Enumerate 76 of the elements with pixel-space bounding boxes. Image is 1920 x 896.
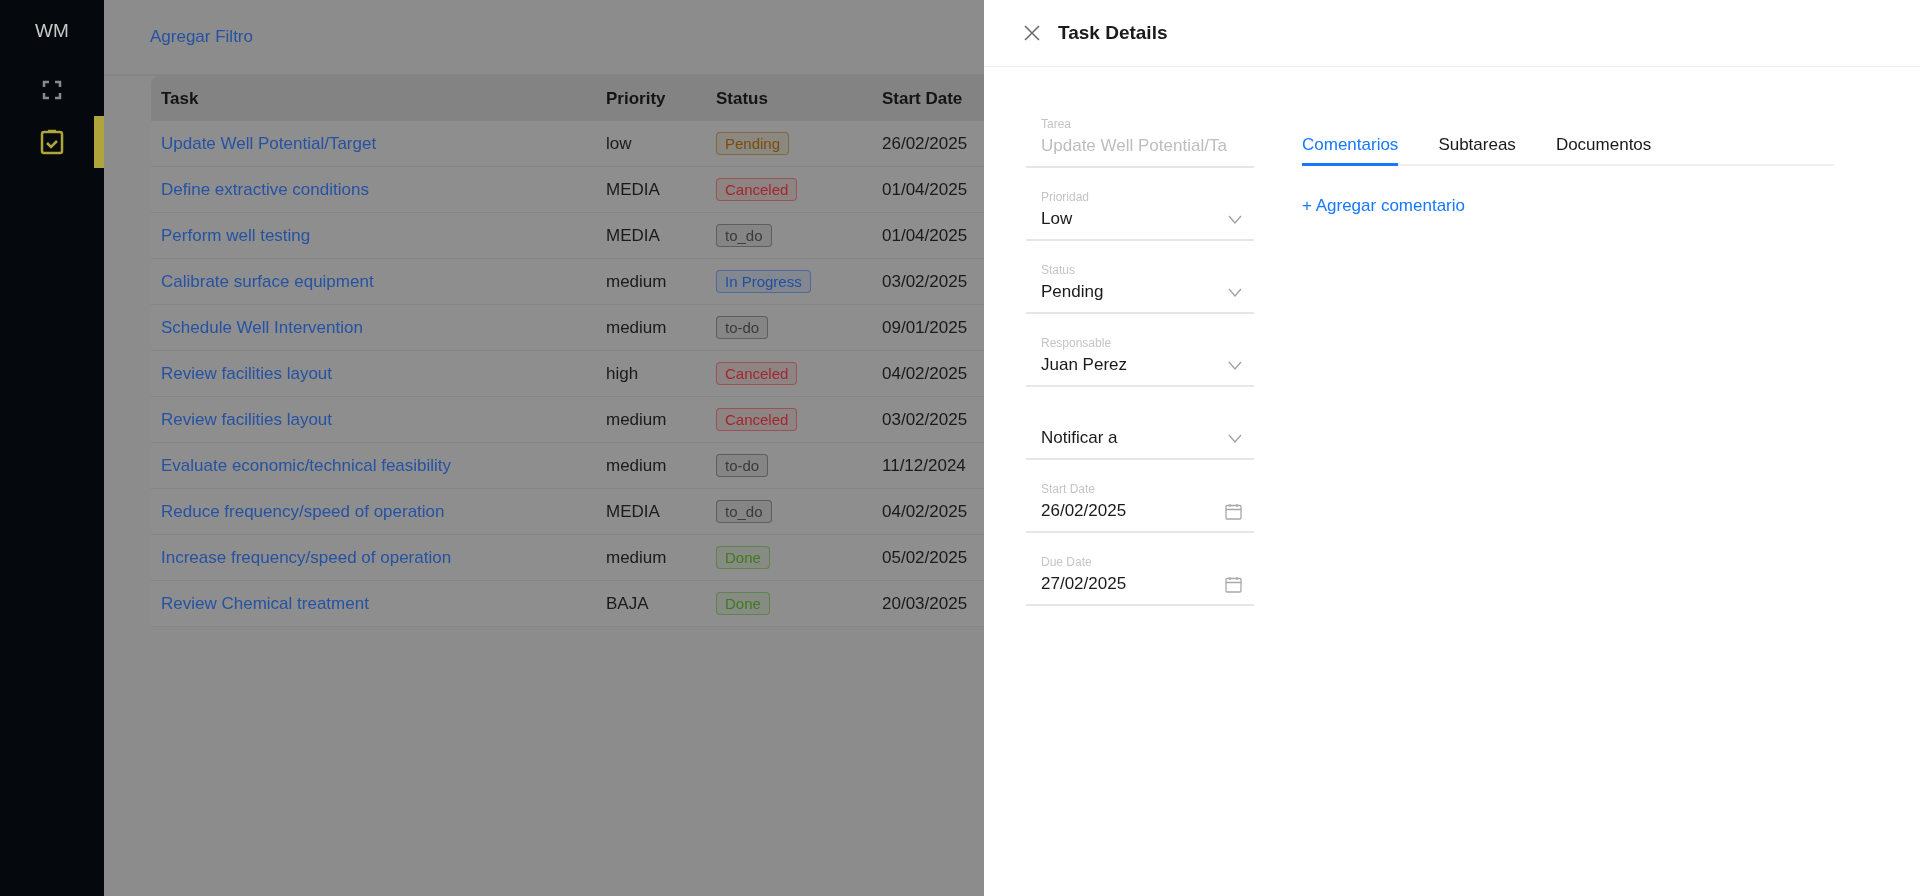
table-cell: 03/02/2025 <box>872 258 984 305</box>
task-link[interactable]: Schedule Well Intervention <box>151 304 596 351</box>
select-field[interactable]: Status Pending <box>1026 241 1254 314</box>
chevron-down-icon <box>1228 287 1242 297</box>
table-cell: low <box>596 121 706 167</box>
drawer-title: Task Details <box>1058 22 1168 44</box>
table-cell: high <box>596 350 706 397</box>
table-cell: medium <box>596 258 706 305</box>
task-link[interactable]: Evaluate economic/technical feasibility <box>151 442 596 489</box>
column-header: Task <box>151 76 596 121</box>
status-tag: to_do <box>716 500 772 523</box>
field-label: Tarea <box>1041 117 1073 131</box>
date-field[interactable]: Start Date 26/02/2025 <box>1026 460 1254 533</box>
table-cell: 03/02/2025 <box>872 396 984 443</box>
task-link[interactable]: Update Well Potential/Target <box>151 121 596 167</box>
table-cell: MEDIA <box>596 166 706 213</box>
add-comment-link[interactable]: + Agregar comentario <box>1302 196 1465 216</box>
close-icon <box>1024 25 1040 41</box>
status-tag: Canceled <box>716 408 798 431</box>
calendar-icon <box>1225 575 1242 593</box>
status-tag: to-do <box>716 454 769 477</box>
table-cell: medium <box>596 442 706 489</box>
tab[interactable]: Comentarios <box>1302 129 1399 166</box>
table-cell: 04/02/2025 <box>872 488 984 535</box>
status-tag: to-do <box>716 316 769 339</box>
task-link[interactable]: Calibrate surface equipment <box>151 258 596 305</box>
date-field[interactable]: Due Date 27/02/2025 <box>1026 533 1254 606</box>
task-link[interactable]: Review Chemical treatment <box>151 580 596 627</box>
clipboard-check-icon <box>40 129 64 155</box>
table-cell: medium <box>596 396 706 443</box>
table-cell: medium <box>596 534 706 581</box>
status-tag: In Progress <box>716 270 811 293</box>
add-filter-link[interactable]: Agregar Filtro <box>150 27 253 47</box>
field-label: Status <box>1041 263 1077 277</box>
task-link[interactable]: Reduce frequency/speed of operation <box>151 488 596 535</box>
table-cell: MEDIA <box>596 212 706 259</box>
table-cell: 05/02/2025 <box>872 534 984 581</box>
table-cell: 20/03/2025 <box>872 580 984 627</box>
tab[interactable]: Subtareas <box>1438 129 1516 166</box>
status-tag: Canceled <box>716 362 798 385</box>
chevron-down-icon <box>1228 360 1242 370</box>
app-logo: WM <box>35 20 69 42</box>
field-label: Responsable <box>1041 336 1113 350</box>
table-cell: 01/04/2025 <box>872 166 984 213</box>
status-tag: to_do <box>716 224 772 247</box>
table-cell: BAJA <box>596 580 706 627</box>
table-cell: 26/02/2025 <box>872 121 984 167</box>
select-field[interactable]: Notificar a <box>1026 387 1254 460</box>
table-cell: 11/12/2024 <box>872 442 984 489</box>
task-link[interactable]: Perform well testing <box>151 212 596 259</box>
table-cell: 04/02/2025 <box>872 350 984 397</box>
calendar-icon <box>1225 502 1242 520</box>
column-header: Priority <box>596 76 706 121</box>
field-label: Start Date <box>1041 482 1097 496</box>
tab[interactable]: Documentos <box>1555 129 1652 166</box>
expand-icon <box>42 80 62 100</box>
chevron-down-icon <box>1228 214 1242 224</box>
task-link[interactable]: Review facilities layout <box>151 350 596 397</box>
column-header: Status <box>706 76 872 121</box>
select-field[interactable]: Responsable Juan Perez <box>1026 314 1254 387</box>
task-link[interactable]: Review facilities layout <box>151 396 596 443</box>
column-header: Start Date <box>872 76 984 121</box>
task-link[interactable]: Define extractive conditions <box>151 166 596 213</box>
chevron-down-icon <box>1228 433 1242 443</box>
status-tag: Done <box>716 546 770 569</box>
task-link[interactable]: Increase frequency/speed of operation <box>151 534 596 581</box>
table-cell: 09/01/2025 <box>872 304 984 351</box>
status-tag: Pending <box>716 132 790 155</box>
table-cell: MEDIA <box>596 488 706 535</box>
table-cell: 01/04/2025 <box>872 212 984 259</box>
status-tag: Done <box>716 592 770 615</box>
status-tag: Canceled <box>716 178 798 201</box>
field-label: Prioridad <box>1041 190 1091 204</box>
select-field[interactable]: Prioridad Low <box>1026 168 1254 241</box>
table-cell: medium <box>596 304 706 351</box>
field-label: Due Date <box>1041 555 1093 569</box>
